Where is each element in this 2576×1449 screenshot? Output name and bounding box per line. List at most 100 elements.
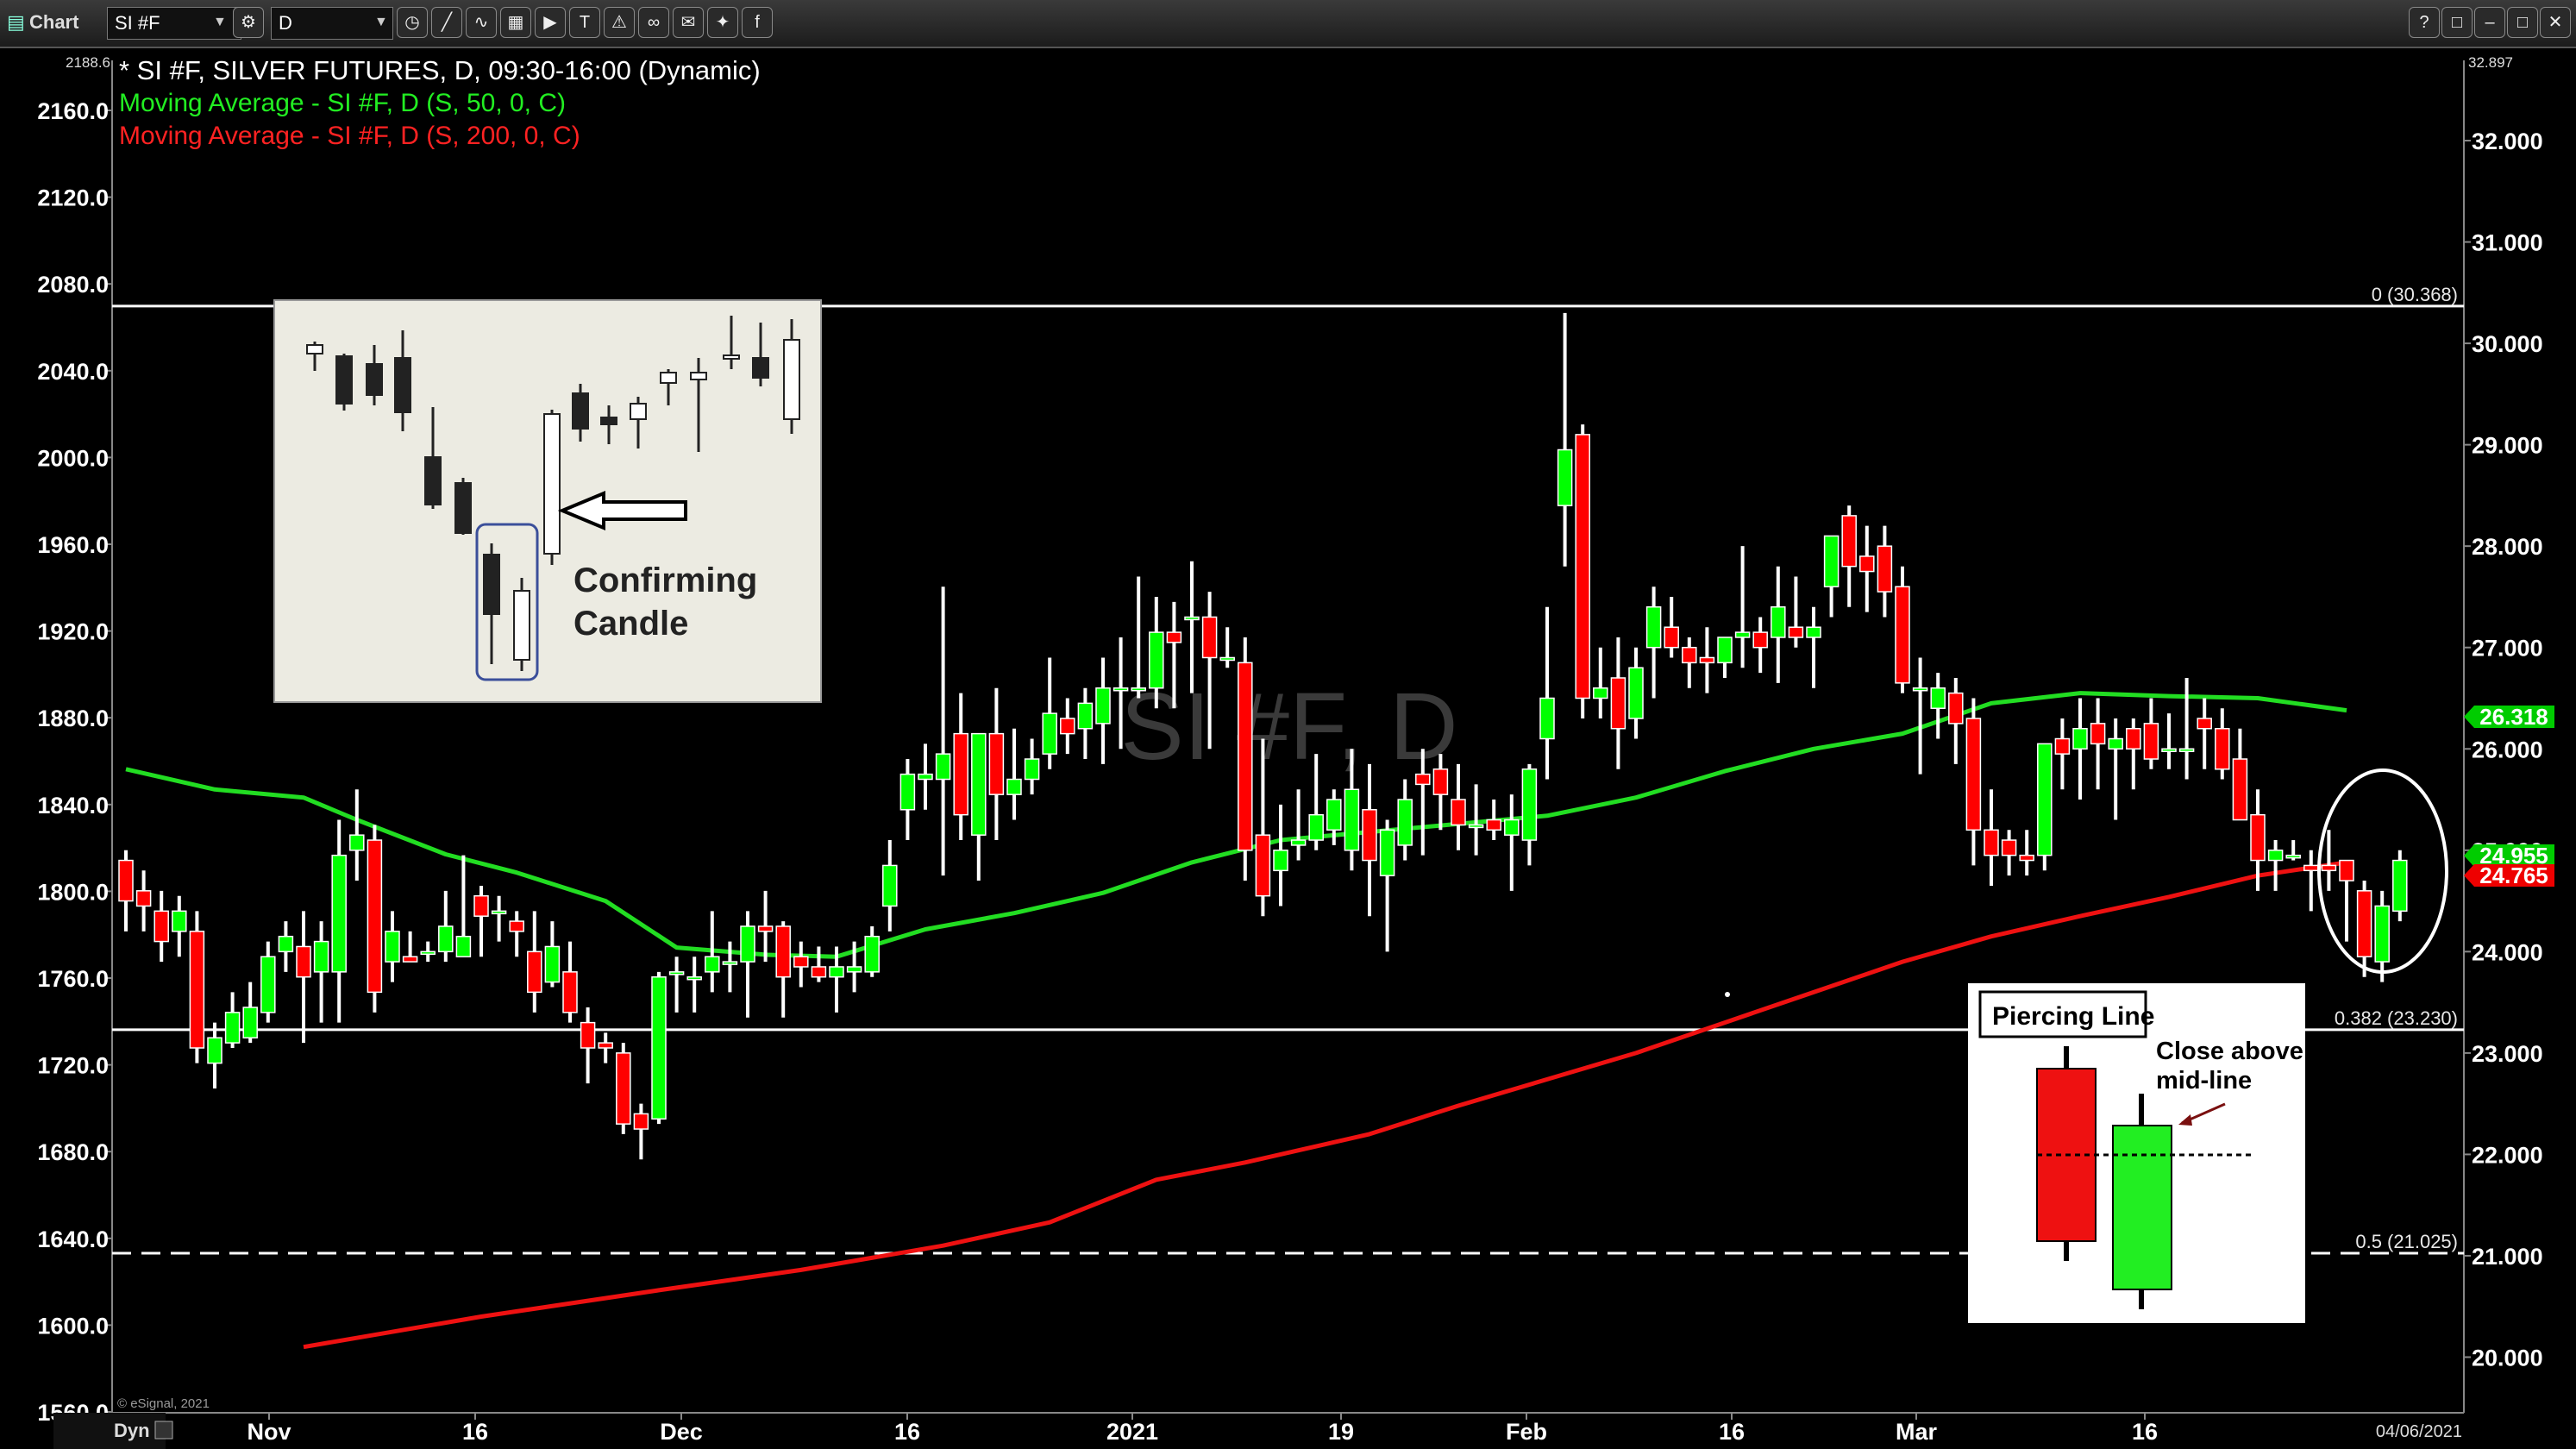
candle-body <box>1468 824 1484 829</box>
inset-body <box>752 357 769 379</box>
candle-body <box>2126 728 2141 750</box>
left-tick-label: 1720.0 <box>37 1053 109 1079</box>
link-icon[interactable]: ∞ <box>638 7 669 38</box>
ma200-legend: Moving Average - SI #F, D (S, 200, 0, C) <box>119 122 580 150</box>
candle-body <box>118 859 134 902</box>
symbol-dropdown-icon[interactable]: ▼ <box>213 7 227 38</box>
candle-body <box>455 935 472 957</box>
inset-body <box>600 417 617 425</box>
candle-body <box>135 890 152 907</box>
candle-body <box>1308 813 1324 841</box>
x-tick-label: 16 <box>462 1419 488 1445</box>
studies-icon[interactable]: ▦ <box>500 7 531 38</box>
settings-icon[interactable]: ⚙ <box>233 7 264 38</box>
x-tick-label: 2021 <box>1106 1419 1158 1445</box>
candle-body <box>278 935 294 953</box>
candle-body <box>2178 748 2195 753</box>
candle-body <box>829 966 844 978</box>
inset-body <box>454 482 472 534</box>
inset-body <box>306 344 323 354</box>
candle-body <box>598 1042 613 1049</box>
price-tag-label: 24.765 <box>2479 862 2548 888</box>
inset-body <box>543 413 561 555</box>
alert-icon[interactable]: ⚠ <box>604 7 635 38</box>
inset-body <box>723 354 740 360</box>
candle-body <box>918 773 933 781</box>
ma50-legend: Moving Average - SI #F, D (S, 50, 0, C) <box>119 89 566 117</box>
right-tick-label: 30.000 <box>2472 331 2543 357</box>
symbol-watermark: SI #F, D <box>1120 674 1457 780</box>
candle-body <box>2143 723 2159 760</box>
right-tick-label: 32.000 <box>2472 129 2543 154</box>
candle-body <box>988 732 1005 795</box>
candle-body <box>172 910 187 932</box>
restore-icon[interactable]: □ <box>2441 7 2473 38</box>
candle-body <box>1432 768 1449 795</box>
right-tick-label: 23.000 <box>2472 1041 2543 1067</box>
candle-body <box>935 753 951 781</box>
candle-body <box>402 956 418 963</box>
x-tick-label: Nov <box>247 1419 291 1445</box>
candle-body <box>2161 748 2177 753</box>
candle-body <box>2285 854 2301 859</box>
corner-toggle-icon[interactable] <box>154 1421 173 1440</box>
minimize-icon[interactable]: – <box>2474 7 2505 38</box>
candle-body <box>1255 834 1271 897</box>
text-tool-icon[interactable]: T <box>569 7 600 38</box>
right-tick-label: 24.000 <box>2472 939 2543 965</box>
x-tick-label: Feb <box>1506 1419 1547 1445</box>
candle-body <box>1912 687 1928 692</box>
candle-body <box>1060 718 1075 735</box>
stray-dot <box>1725 992 1730 997</box>
candle-body <box>2392 859 2408 913</box>
close-icon[interactable]: ✕ <box>2540 7 2571 38</box>
candle-body <box>260 956 276 1013</box>
right-tick-label: 22.000 <box>2472 1142 2543 1168</box>
x-tick-label: 16 <box>1719 1419 1745 1445</box>
facebook-icon[interactable]: f <box>742 7 773 38</box>
piercing-note-line2: mid-line <box>2156 1067 2252 1095</box>
play-icon[interactable]: ▶ <box>535 7 566 38</box>
clock-icon[interactable]: ◷ <box>397 7 428 38</box>
draw-line-icon[interactable]: ╱ <box>431 7 462 38</box>
candle-body <box>882 864 898 907</box>
inset-body <box>660 372 677 384</box>
candle-body <box>385 931 400 963</box>
candle-body <box>616 1052 631 1125</box>
candle-body <box>1024 758 1040 781</box>
candle-body <box>1930 687 1946 709</box>
candle-body <box>793 956 809 968</box>
fib-label: 0.5 (21.025) <box>2355 1231 2458 1252</box>
help-icon[interactable]: ? <box>2409 7 2440 38</box>
candle-body <box>1166 631 1182 643</box>
inset-label-line2: Candle <box>573 605 688 643</box>
candle-body <box>1219 656 1235 662</box>
candle-body <box>313 940 329 973</box>
x-tick-label: Dec <box>660 1419 703 1445</box>
candle-body <box>1628 667 1644 719</box>
left-tick-label: 2080.0 <box>37 272 109 298</box>
interval-dropdown-icon[interactable]: ▼ <box>374 7 388 38</box>
mail-icon[interactable]: ✉ <box>673 7 704 38</box>
dynamic-corner-label[interactable]: Dyn <box>114 1420 150 1441</box>
piercing-green-candle <box>2112 1125 2172 1290</box>
price-tag-label: 26.318 <box>2479 704 2548 730</box>
inset-body <box>690 372 707 380</box>
price-chart[interactable]: SI #F, D 0 (30.368) 0.382 (23.230) 0.5 (21… <box>0 48 2576 1449</box>
candle-body <box>1948 692 1964 724</box>
right-tick-label: 21.000 <box>2472 1244 2543 1270</box>
chart-title: * SI #F, SILVER FUTURES, D, 09:30-16:00 … <box>119 55 761 85</box>
candle-body <box>1771 605 1786 638</box>
left-tick-label: 1760.0 <box>37 966 109 992</box>
maximize-icon[interactable]: □ <box>2507 7 2538 38</box>
candle-body <box>1415 773 1431 786</box>
inset-body <box>394 357 411 413</box>
candle-body <box>1895 586 1910 684</box>
candle-body <box>562 971 578 1013</box>
twitter-icon[interactable]: ✦ <box>707 7 738 38</box>
curve-icon[interactable]: ∿ <box>466 7 497 38</box>
inset-body <box>572 392 589 430</box>
candle-body <box>1877 545 1893 593</box>
inset-label-line1: Confirming <box>573 561 757 599</box>
candle-body <box>2374 905 2390 963</box>
